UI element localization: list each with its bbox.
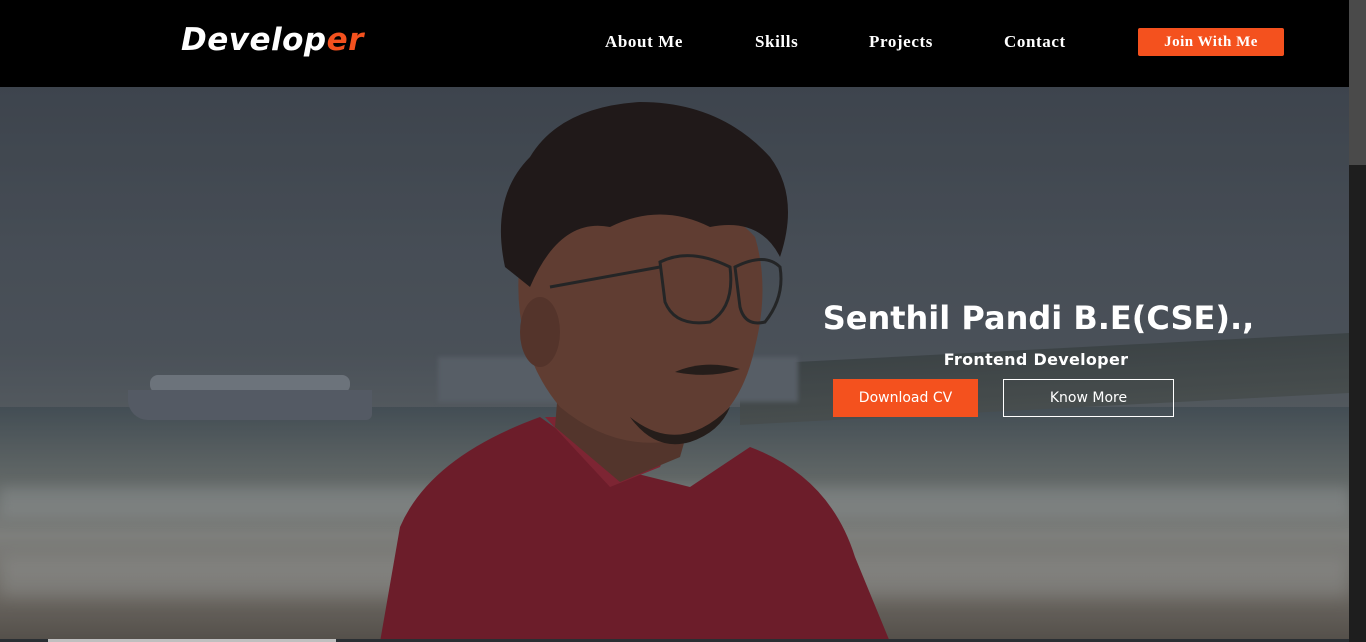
nav-link-projects[interactable]: Projects bbox=[869, 32, 933, 52]
join-with-me-button[interactable]: Join With Me bbox=[1138, 28, 1284, 56]
hero-name-heading: Senthil Pandi B.E(CSE)., bbox=[822, 299, 1255, 337]
brand-text-main: Develop bbox=[181, 22, 327, 58]
nav-link-skills[interactable]: Skills bbox=[755, 32, 798, 52]
hero-section: Senthil Pandi B.E(CSE)., Frontend Develo… bbox=[0, 87, 1349, 642]
top-navbar: Developer About Me Skills Projects Conta… bbox=[0, 0, 1349, 87]
brand-text-accent: er bbox=[326, 22, 364, 58]
download-cv-button[interactable]: Download CV bbox=[833, 379, 978, 417]
nav-link-contact[interactable]: Contact bbox=[1004, 32, 1066, 52]
know-more-button[interactable]: Know More bbox=[1003, 379, 1174, 417]
vertical-scrollbar-thumb[interactable] bbox=[1349, 0, 1366, 165]
nav-link-about-me[interactable]: About Me bbox=[605, 32, 683, 52]
brand-logo[interactable]: Developer bbox=[181, 22, 364, 58]
hero-role-subtitle: Frontend Developer bbox=[943, 350, 1129, 369]
